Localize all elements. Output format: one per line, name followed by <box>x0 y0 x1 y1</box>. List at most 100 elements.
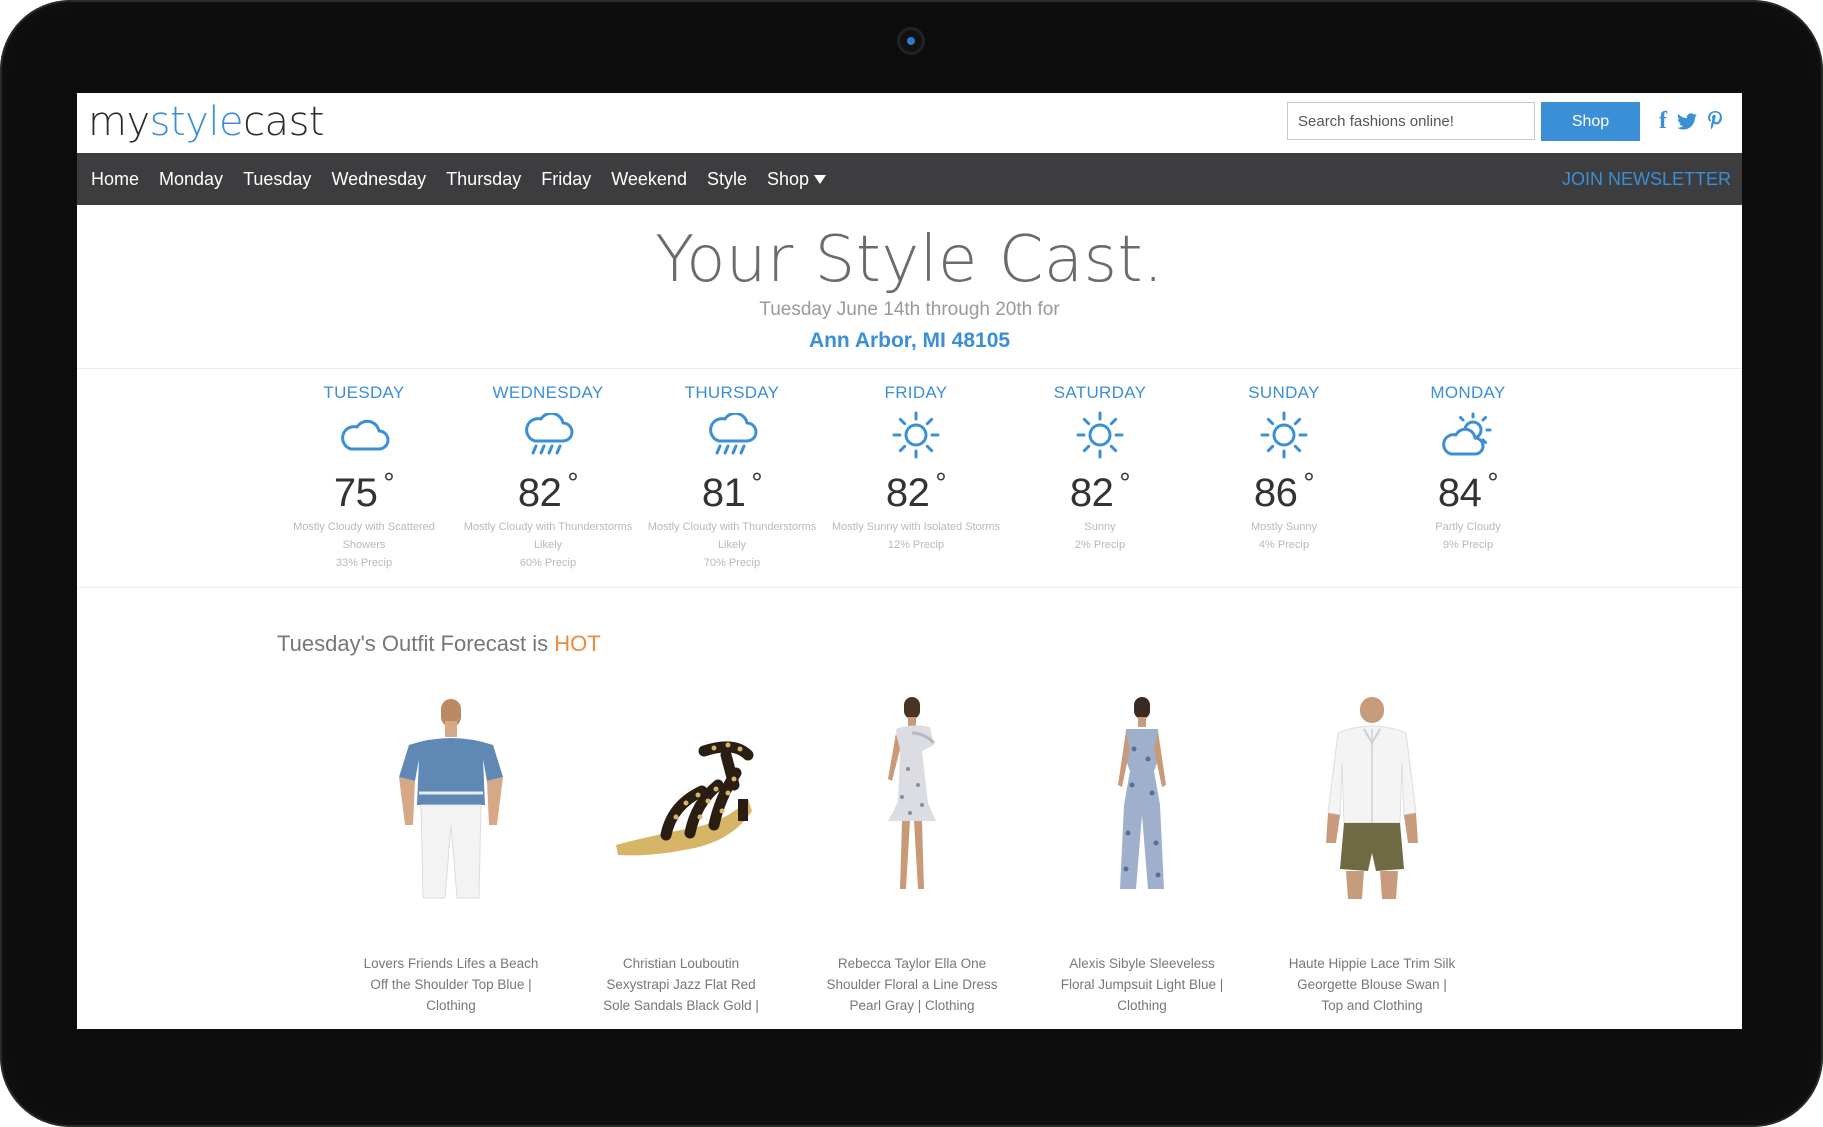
nav-item-shop[interactable]: Shop <box>757 169 836 190</box>
caret-down-icon <box>814 175 827 185</box>
studded-sandal-image[interactable] <box>581 693 781 903</box>
nav-item-weekend[interactable]: Weekend <box>601 169 697 190</box>
product-name[interactable]: Alexis Sibyle Sleeveless Floral Jumpsuit… <box>1042 953 1242 1016</box>
temperature: 81 ° <box>640 467 824 516</box>
site-logo[interactable]: mystylecast <box>88 99 325 145</box>
day-name: SUNDAY <box>1248 383 1320 402</box>
sun-icon <box>1192 409 1376 461</box>
desc-line: Mostly Cloudy with Scattered <box>293 521 435 533</box>
nav-item-shop-label: Shop <box>766 168 810 189</box>
product-name-line: Sole Sandals Black Gold | <box>603 998 759 1013</box>
nav-item-tuesday[interactable]: Tuesday <box>233 169 321 190</box>
tablet-frame: mystylecast Shop f Home Monday Tuesday W… <box>0 0 1823 1127</box>
main-nav: Home Monday Tuesday Wednesday Thursday F… <box>77 153 1742 205</box>
screen: mystylecast Shop f Home Monday Tuesday W… <box>77 93 1742 1029</box>
product-name[interactable]: Christian Louboutin Sexystrapi Jazz Flat… <box>581 953 781 1016</box>
day-name: SATURDAY <box>1053 383 1147 402</box>
date-range-subtitle: Tuesday June 14th through 20th for <box>759 299 1060 320</box>
product-name-line: Off the Shoulder Top Blue | <box>370 977 532 992</box>
twitter-icon[interactable] <box>1675 108 1699 134</box>
precip: 12% Precip <box>887 539 945 551</box>
degree-symbol: ° <box>1303 467 1315 498</box>
shop-button[interactable]: Shop <box>1541 102 1640 141</box>
desc-line: Showers <box>342 539 386 551</box>
floral-jumpsuit-image[interactable] <box>1042 693 1242 903</box>
floral-dress-image[interactable] <box>812 693 1012 903</box>
temperature: 82 ° <box>1008 467 1192 516</box>
desc-line: Mostly Sunny <box>1250 521 1318 533</box>
degree-symbol: ° <box>567 467 579 498</box>
search-input[interactable] <box>1287 102 1535 140</box>
product-name-line: Pearl Gray | Clothing <box>849 998 975 1013</box>
sun-icon <box>824 409 1008 461</box>
forecast-day-monday[interactable]: MONDAY 84 ° Partly Cloudy 9% Precip <box>1376 381 1560 554</box>
forecast-day-thursday[interactable]: THURSDAY 81 ° Mostly Cloudy with Thunders… <box>640 381 824 572</box>
partly-cloudy-icon <box>1376 409 1560 461</box>
logo-part-my: my <box>88 99 150 145</box>
product-name-line: Sexystrapi Jazz Flat Red <box>606 977 756 992</box>
nav-item-thursday[interactable]: Thursday <box>436 169 531 190</box>
product-card[interactable]: Alexis Sibyle Sleeveless Floral Jumpsuit… <box>1042 693 1242 1016</box>
desc-line: Sunny <box>1084 521 1116 533</box>
temperature: 86 ° <box>1192 467 1376 516</box>
product-name-line: Haute Hippie Lace Trim Silk <box>1288 956 1456 971</box>
desc-line: Likely <box>717 539 747 551</box>
divider <box>77 587 1742 588</box>
join-newsletter-link[interactable]: JOIN NEWSLETTER <box>1562 153 1731 205</box>
outfit-heading-text: Tuesday's Outfit Forecast is <box>277 631 549 656</box>
product-name-line: Top and Clothing <box>1321 998 1423 1013</box>
product-card[interactable]: Haute Hippie Lace Trim Silk Georgette Bl… <box>1272 693 1472 1016</box>
desc-line: Mostly Cloudy with Thunderstorms <box>647 521 817 533</box>
precip: 4% Precip <box>1258 539 1310 551</box>
off-shoulder-top-image[interactable] <box>351 693 551 903</box>
product-name-line: Rebecca Taylor Ella One <box>837 956 987 971</box>
product-card[interactable]: Lovers Friends Lifes a Beach Off the Sho… <box>351 693 551 1016</box>
forecast-day-tuesday[interactable]: TUESDAY 75 ° Mostly Cloudy with Scattered… <box>272 381 456 572</box>
weekly-forecast: TUESDAY 75 ° Mostly Cloudy with Scattered… <box>272 381 1562 581</box>
degree-symbol: ° <box>1119 467 1131 498</box>
precip: 70% Precip <box>703 557 761 569</box>
degree-symbol: ° <box>935 467 947 498</box>
nav-item-monday[interactable]: Monday <box>149 169 233 190</box>
product-name[interactable]: Lovers Friends Lifes a Beach Off the Sho… <box>351 953 551 1016</box>
forecast-day-saturday[interactable]: SATURDAY 82 ° Sunny 2% Precip <box>1008 381 1192 554</box>
degree-symbol: ° <box>751 467 763 498</box>
forecast-day-wednesday[interactable]: WEDNESDAY 82 ° Mostly Cloudy with Thunder… <box>456 381 640 572</box>
pinterest-icon[interactable] <box>1703 108 1727 134</box>
page-title: Your Style Cast. <box>655 223 1164 297</box>
forecast-day-friday[interactable]: FRIDAY 82 ° Mostly Sunny with Isolated St… <box>824 381 1008 554</box>
product-card[interactable]: Rebecca Taylor Ella One Shoulder Floral … <box>812 693 1012 1016</box>
product-name-line: Christian Louboutin <box>622 956 740 971</box>
nav-item-friday[interactable]: Friday <box>531 169 601 190</box>
day-name: MONDAY <box>1430 383 1506 402</box>
precip: 2% Precip <box>1074 539 1126 551</box>
facebook-icon[interactable]: f <box>1651 108 1675 134</box>
temperature: 82 ° <box>824 467 1008 516</box>
nav-item-home[interactable]: Home <box>91 169 149 190</box>
forecast-description: Mostly Sunny 4% Precip <box>1192 518 1376 554</box>
forecast-description: Partly Cloudy 9% Precip <box>1376 518 1560 554</box>
nav-item-wednesday[interactable]: Wednesday <box>321 169 436 190</box>
temperature: 84 ° <box>1376 467 1560 516</box>
product-name-line: Floral Jumpsuit Light Blue | <box>1060 977 1224 992</box>
logo-part-style: style <box>149 99 244 145</box>
rain-cloud-icon <box>456 409 640 461</box>
product-name-line: Georgette Blouse Swan | <box>1297 977 1447 992</box>
outfit-temperature-level: HOT <box>554 631 601 656</box>
temperature-value: 82 <box>885 471 930 515</box>
location-link[interactable]: Ann Arbor, MI 48105 <box>77 329 1742 353</box>
precip: 60% Precip <box>519 557 577 569</box>
lace-blouse-image[interactable] <box>1272 693 1472 903</box>
nav-item-style[interactable]: Style <box>697 169 757 190</box>
sun-icon <box>1008 409 1192 461</box>
forecast-day-sunday[interactable]: SUNDAY 86 ° Mostly Sunny 4% Precip <box>1192 381 1376 554</box>
product-name[interactable]: Haute Hippie Lace Trim Silk Georgette Bl… <box>1272 953 1472 1016</box>
top-bar: mystylecast Shop f <box>77 93 1742 153</box>
precip: 9% Precip <box>1442 539 1494 551</box>
temperature-value: 84 <box>1437 471 1482 515</box>
product-name[interactable]: Rebecca Taylor Ella One Shoulder Floral … <box>812 953 1012 1016</box>
product-card[interactable]: Christian Louboutin Sexystrapi Jazz Flat… <box>581 693 781 1016</box>
temperature-value: 82 <box>1069 471 1114 515</box>
forecast-description: Mostly Cloudy with Thunderstorms Likely … <box>456 518 640 572</box>
desc-line: Partly Cloudy <box>1435 521 1501 533</box>
